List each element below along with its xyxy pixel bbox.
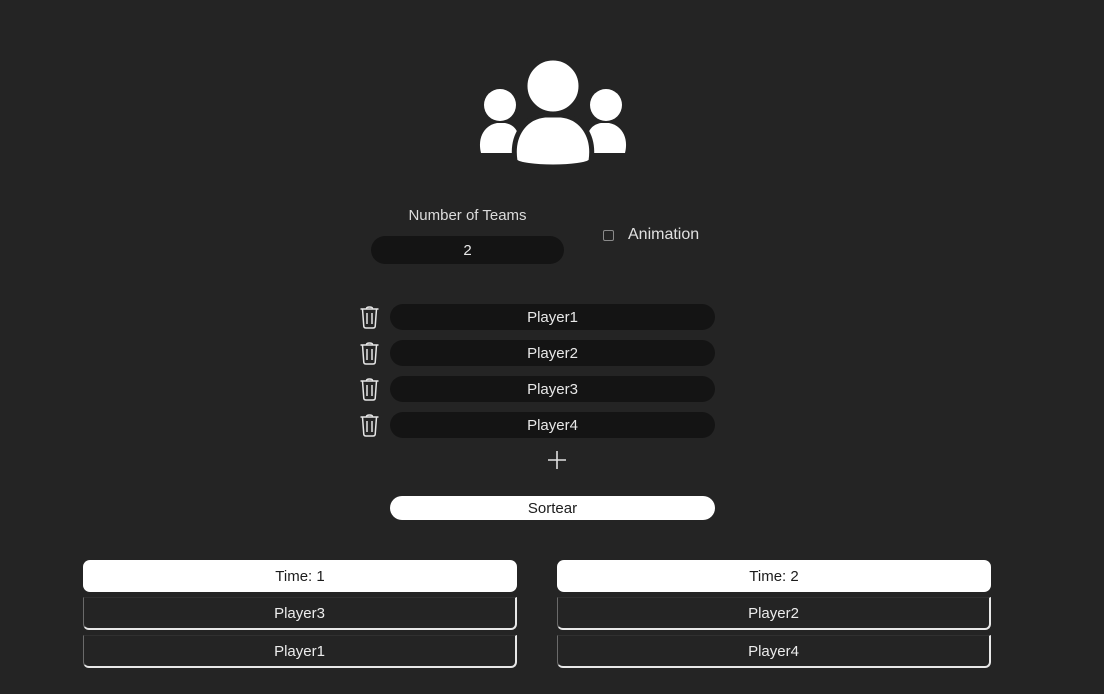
- page: Number of Teams Animation Sortear Time: …: [0, 0, 1104, 694]
- teams-label: Number of Teams: [408, 207, 527, 224]
- trash-icon[interactable]: [358, 413, 381, 437]
- plus-icon[interactable]: [546, 449, 568, 471]
- team-member: Player4: [557, 635, 991, 668]
- trash-icon[interactable]: [358, 305, 381, 329]
- player-name-input[interactable]: [390, 376, 715, 402]
- team-column: Time: 2 Player2 Player4: [557, 560, 991, 668]
- trash-icon[interactable]: [358, 377, 381, 401]
- sort-button[interactable]: Sortear: [390, 496, 715, 520]
- player-name-input[interactable]: [390, 340, 715, 366]
- team-header: Time: 1: [83, 560, 517, 592]
- animation-label: Animation: [628, 226, 700, 243]
- team-member: Player1: [83, 635, 517, 668]
- player-name-input[interactable]: [390, 304, 715, 330]
- team-column: Time: 1 Player3 Player1: [83, 560, 517, 668]
- team-member: Player3: [83, 597, 517, 630]
- users-group-icon: [479, 57, 627, 169]
- player-name-input[interactable]: [390, 412, 715, 438]
- team-header: Time: 2: [557, 560, 991, 592]
- teams-count-input[interactable]: [371, 236, 564, 264]
- trash-icon[interactable]: [358, 341, 381, 365]
- team-member: Player2: [557, 597, 991, 630]
- animation-toggle[interactable]: Animation: [603, 225, 699, 245]
- animation-checkbox[interactable]: [603, 229, 614, 241]
